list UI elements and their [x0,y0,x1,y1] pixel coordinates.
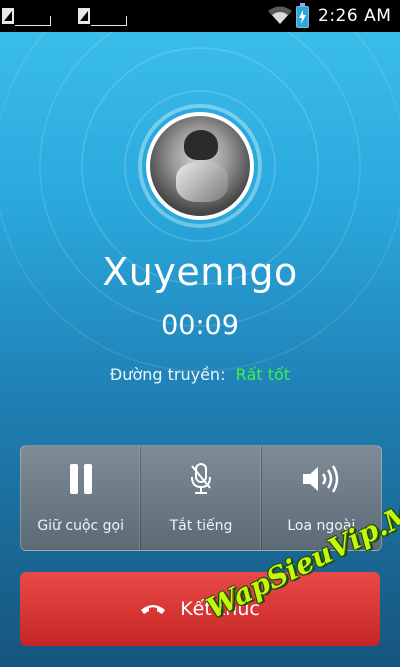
clock: 2:26 AM [318,6,392,26]
mute-label: Tắt tiếng [169,518,233,534]
end-call-button[interactable]: Kết thúc [20,572,380,646]
hold-call-label: Giữ cuộc gọi [37,518,124,534]
sim-1-icon [2,6,54,26]
connection-quality-value: Rất tốt [235,365,291,384]
sim-2-icon [78,6,130,26]
status-bar: 2:26 AM [0,0,400,32]
wifi-icon [268,6,292,24]
hold-call-button[interactable]: Giữ cuộc gọi [21,446,142,550]
mute-button[interactable]: Tắt tiếng [141,446,262,550]
contact-name: Xuyenngo [102,250,298,294]
connection-quality-label: Đường truyền: [109,365,226,384]
pause-icon [21,462,140,496]
microphone-mute-icon [141,462,260,496]
hang-up-icon [141,605,166,614]
battery-charging-icon [296,3,309,28]
speaker-icon [262,462,381,496]
contact-avatar [146,112,254,220]
call-duration: 00:09 [161,310,239,341]
connection-quality: Đường truyền: Rất tốt [0,365,400,384]
